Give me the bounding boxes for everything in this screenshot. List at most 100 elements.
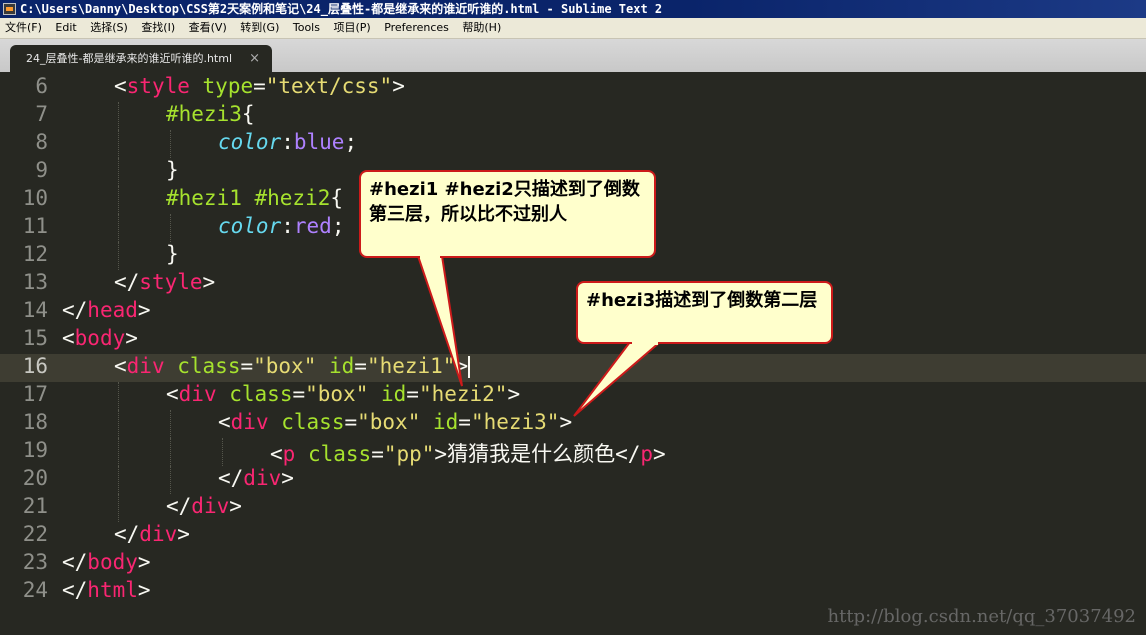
indent-guide [118, 214, 119, 242]
menu-preferences[interactable]: Preferences [379, 18, 454, 38]
menu-selection[interactable]: 选择(S) [85, 18, 133, 38]
file-tab-label: 24_层叠性-都是继承来的谁近听谁的.html [26, 52, 233, 65]
sublime-app-icon [3, 3, 16, 15]
code-token-prop: color [218, 214, 282, 238]
code-token-pun: > [137, 298, 151, 322]
indent-guide [170, 214, 171, 242]
line-number: 20 [22, 466, 48, 490]
menu-help[interactable]: 帮助(H) [457, 18, 506, 38]
code-token-tag: style [139, 270, 203, 294]
code-line[interactable]: 7 #hezi3{ [0, 102, 1146, 130]
indent-guide [118, 158, 119, 186]
code-token-pun: > [137, 578, 151, 602]
line-number: 23 [22, 550, 48, 574]
code-token-pun: < [166, 382, 179, 406]
code-token-pun [316, 354, 329, 378]
code-text: </div> [218, 466, 294, 490]
line-number: 16 [22, 354, 48, 378]
code-line[interactable]: 13 </style> [0, 270, 1146, 298]
code-token-pun: </ [62, 298, 88, 322]
code-line[interactable]: 19 <p class="pp">猜猜我是什么颜色</p> [0, 438, 1146, 466]
code-token-val: blue [293, 130, 345, 154]
code-line[interactable]: 18 <div class="box" id="hezi3"> [0, 410, 1146, 438]
indent-guide [118, 466, 119, 494]
code-text: } [166, 242, 179, 266]
menu-view[interactable]: 查看(V) [184, 18, 232, 38]
code-token-pun: = [371, 442, 384, 466]
code-token-pun: } [166, 242, 179, 266]
code-text: #hezi3{ [166, 102, 255, 126]
code-token-tag: div [139, 522, 178, 546]
indent-guide [170, 466, 171, 494]
code-text: </style> [114, 270, 215, 294]
code-token-sel: #hezi1 #hezi2 [166, 186, 331, 210]
code-line[interactable]: 8 color:blue; [0, 130, 1146, 158]
code-token-pun: > [177, 522, 190, 546]
code-token-tag: body [74, 326, 126, 350]
code-text: <style type="text/css"> [114, 74, 405, 98]
code-line[interactable]: 15 <body> [0, 326, 1146, 354]
menu-find[interactable]: 查找(I) [136, 18, 180, 38]
code-token-str: "hezi1" [366, 354, 456, 378]
code-line[interactable]: 20 </div> [0, 466, 1146, 494]
code-text: <p class="pp">猜猜我是什么颜色</p> [270, 438, 666, 468]
code-line[interactable]: 14 </head> [0, 298, 1146, 326]
indent-guide [118, 410, 119, 438]
file-tab[interactable]: 24_层叠性-都是继承来的谁近听谁的.html × [10, 45, 272, 72]
line-number: 14 [22, 298, 48, 322]
line-number: 21 [22, 494, 48, 518]
code-editor[interactable]: 6 <style type="text/css"> 7 #hezi3{8 color:b… [0, 74, 1146, 635]
code-line[interactable]: 17 <div class="box" id="hezi2"> [0, 382, 1146, 410]
code-token-pun: > [392, 74, 405, 98]
code-token-tag: head [87, 298, 138, 322]
code-line[interactable]: 22 </div> [0, 522, 1146, 550]
window-title: C:\Users\Danny\Desktop\CSS第2天案例和笔记\24_层叠… [20, 2, 663, 16]
code-token-pun [269, 410, 282, 434]
code-token-tag: p [282, 442, 296, 466]
code-token-pun: > [559, 410, 573, 434]
code-token-attr: id [433, 410, 459, 434]
line-number: 18 [22, 410, 48, 434]
code-line[interactable]: 24 </html> [0, 578, 1146, 606]
code-token-tag: style [126, 74, 190, 98]
line-number: 11 [22, 214, 48, 238]
code-token-pun: > [229, 494, 242, 518]
code-line[interactable]: 21 </div> [0, 494, 1146, 522]
indent-guide [170, 130, 171, 158]
line-number: 12 [22, 242, 48, 266]
code-token-pun: < [114, 74, 127, 98]
menu-file[interactable]: 文件(F) [0, 18, 47, 38]
code-token-pun: = [458, 410, 471, 434]
line-number: 15 [22, 326, 48, 350]
menu-goto[interactable]: 转到(G) [235, 18, 284, 38]
code-token-attr: class [177, 354, 241, 378]
code-line[interactable]: 16 <div class="box" id="hezi1"> [0, 354, 1146, 382]
code-token-pun: ; [344, 130, 358, 154]
menu-edit[interactable]: Edit [50, 18, 81, 38]
code-line[interactable]: 6 <style type="text/css"> [0, 74, 1146, 102]
code-text: <div class="box" id="hezi3"> [218, 410, 572, 434]
code-token-pun [165, 354, 178, 378]
tab-close-icon[interactable]: × [249, 45, 260, 72]
code-token-str: "hezi3" [470, 410, 560, 434]
code-token-sel: #hezi3 [166, 102, 242, 126]
menu-project[interactable]: 项目(P) [328, 18, 375, 38]
menu-tools[interactable]: Tools [288, 18, 325, 38]
line-number: 24 [22, 578, 48, 602]
code-text: color:blue; [218, 130, 357, 154]
code-token-pun: >猜猜我是什么颜色</ [434, 442, 641, 466]
code-token-pun: = [344, 410, 358, 434]
code-token-pun [217, 382, 230, 406]
callout-note-2: #hezi3描述到了倒数第二层 [576, 281, 833, 344]
code-text: #hezi1 #hezi2{ [166, 186, 343, 210]
code-line[interactable]: 23 </body> [0, 550, 1146, 578]
code-token-pun: = [354, 354, 367, 378]
code-token-attr: id [381, 382, 407, 406]
line-number: 13 [22, 270, 48, 294]
code-token-str: "box" [357, 410, 421, 434]
indent-guide [118, 102, 119, 130]
indent-guide [118, 494, 119, 522]
menu-bar: 文件(F) Edit 选择(S) 查找(I) 查看(V) 转到(G) Tools… [0, 18, 1146, 39]
code-token-pun: > [455, 354, 469, 378]
line-number: 22 [22, 522, 48, 546]
